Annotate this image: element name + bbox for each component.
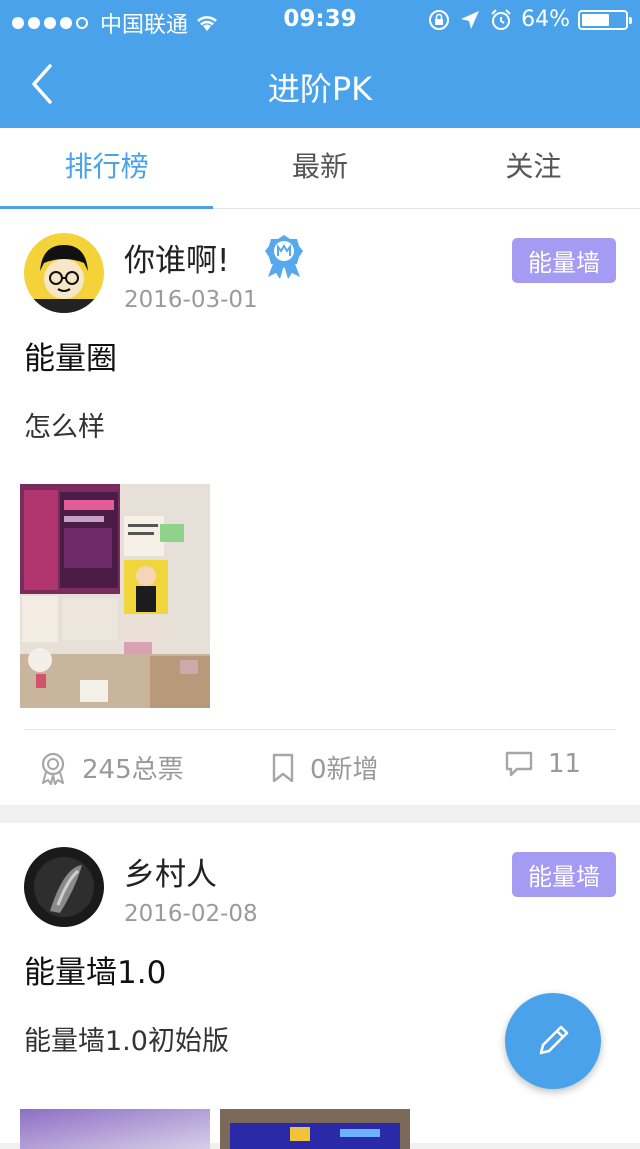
status-bar: 中国联通 09:39 64%	[0, 0, 640, 40]
comments-button[interactable]: 11	[504, 749, 581, 779]
comment-icon	[505, 751, 533, 777]
pencil-icon	[539, 1025, 569, 1055]
medal-icon	[41, 752, 65, 785]
post-title: 能量墙1.0	[24, 955, 167, 991]
tab-ranking[interactable]: 排行榜	[0, 128, 214, 210]
tab-bar: 排行榜 最新 关注	[0, 128, 640, 210]
tab-following[interactable]: 关注	[427, 128, 640, 208]
post-date: 2016-02-08	[124, 901, 258, 927]
avatar[interactable]	[24, 847, 104, 927]
post-image[interactable]	[220, 1109, 410, 1149]
votes-button[interactable]: 245总票	[38, 749, 184, 786]
votes-label: 245总票	[82, 755, 184, 785]
verified-badge-icon	[265, 235, 303, 279]
location-arrow-icon	[461, 10, 480, 29]
username[interactable]: 乡村人	[124, 849, 217, 894]
category-badge[interactable]: 能量墙	[512, 238, 616, 283]
navigation-bar: 进阶PK	[0, 40, 640, 128]
bookmark-icon	[272, 753, 294, 782]
comments-count: 11	[548, 749, 582, 779]
new-count-label: 0新增	[310, 755, 379, 785]
post-card[interactable]: 你谁啊! 2016-03-01 能量墙 能量圈 怎么样 245总票 0新增 11	[0, 209, 640, 805]
post-card[interactable]: 乡村人 2016-02-08 能量墙 能量墙1.0 能量墙1.0初始版	[0, 823, 640, 1149]
page-title: 进阶PK	[267, 70, 373, 108]
alarm-icon	[491, 8, 511, 30]
post-date: 2016-03-01	[124, 287, 258, 313]
post-body: 能量墙1.0初始版	[24, 1026, 229, 1057]
tab-latest[interactable]: 最新	[213, 128, 426, 208]
post-body: 怎么样	[24, 412, 105, 443]
compose-button[interactable]	[505, 993, 601, 1089]
divider	[24, 729, 616, 730]
post-image[interactable]	[20, 484, 210, 708]
username[interactable]: 你谁啊!	[124, 235, 229, 280]
new-count-button[interactable]: 0新增	[270, 749, 379, 786]
battery-icon	[578, 9, 632, 30]
battery-percent: 64%	[521, 7, 570, 32]
post-actions: 245总票 0新增 11	[0, 749, 640, 799]
category-badge[interactable]: 能量墙	[512, 852, 616, 897]
rotation-lock-icon	[429, 9, 450, 30]
avatar[interactable]	[24, 233, 104, 313]
post-title: 能量圈	[24, 341, 117, 377]
post-image[interactable]	[20, 1109, 210, 1149]
